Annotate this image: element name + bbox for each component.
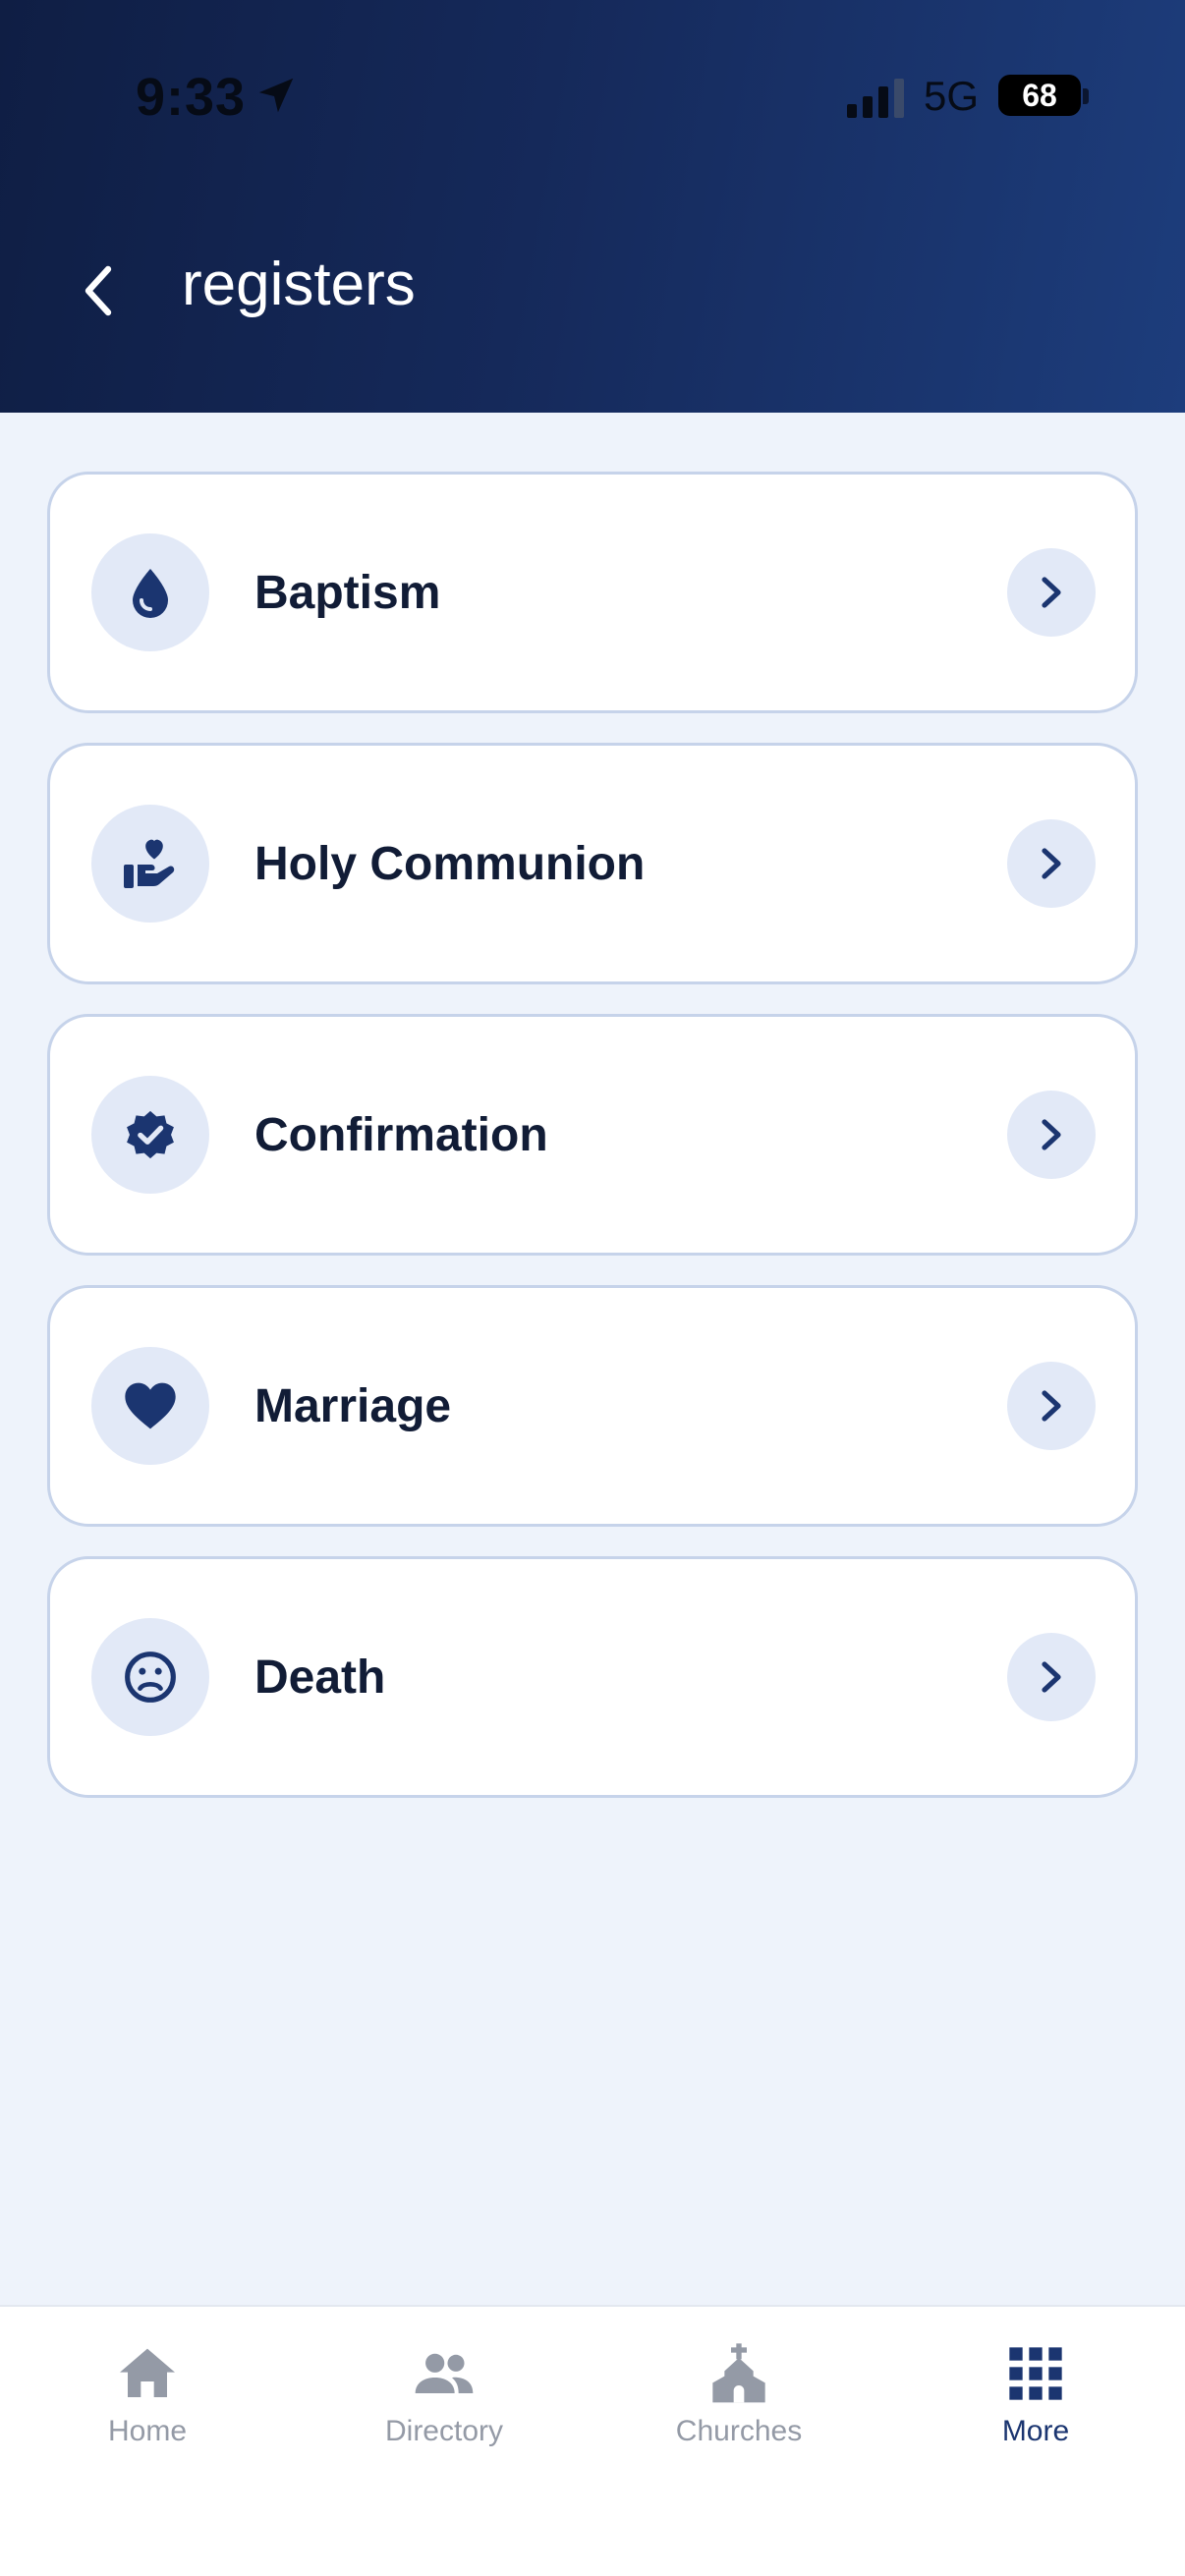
- back-button[interactable]: [63, 252, 134, 330]
- register-label: Baptism: [254, 567, 441, 619]
- register-icon-circle: [91, 533, 209, 651]
- chevron-right-icon: [1042, 1119, 1061, 1150]
- battery-level: 68: [1022, 77, 1057, 113]
- tab-label: Churches: [675, 2415, 803, 2447]
- chevron-right-icon: [1042, 1661, 1061, 1693]
- register-item-confirmation[interactable]: Confirmation: [47, 1014, 1138, 1256]
- tab-label: Home: [107, 2415, 188, 2447]
- chevron-button: [1007, 1633, 1096, 1721]
- app-header: 9:33 5G 68 registers: [0, 0, 1185, 413]
- home-icon: [120, 2348, 175, 2397]
- chevron-right-icon: [1042, 1390, 1061, 1422]
- water-drop-icon: [133, 569, 168, 618]
- battery-cap: [1083, 88, 1089, 104]
- register-item-death[interactable]: Death: [47, 1556, 1138, 1798]
- chevron-button: [1007, 548, 1096, 637]
- tab-label: More: [1001, 2415, 1070, 2447]
- register-item-holy-communion[interactable]: Holy Communion: [47, 743, 1138, 984]
- register-label: Holy Communion: [254, 838, 646, 890]
- status-time: 9:33: [136, 68, 247, 127]
- hand-heart-icon: [124, 839, 175, 888]
- verified-badge-icon: [127, 1110, 174, 1159]
- register-icon-circle: [91, 1347, 209, 1465]
- bottom-tab-bar: Home Directory Churches More: [0, 2305, 1185, 2576]
- tab-more[interactable]: More: [888, 2342, 1183, 2490]
- tab-home[interactable]: Home: [0, 2342, 295, 2490]
- chevron-button: [1007, 819, 1096, 908]
- chevron-button: [1007, 1362, 1096, 1450]
- register-item-baptism[interactable]: Baptism: [47, 472, 1138, 713]
- register-label: Confirmation: [254, 1109, 548, 1161]
- register-icon-circle: [91, 1076, 209, 1194]
- register-item-marriage[interactable]: Marriage: [47, 1285, 1138, 1527]
- chevron-button: [1007, 1091, 1096, 1179]
- network-type: 5G: [924, 73, 980, 119]
- chevron-right-icon: [1042, 848, 1061, 879]
- battery-indicator: 68: [998, 75, 1081, 116]
- tab-label: Directory: [384, 2415, 503, 2447]
- status-bar: 9:33 5G 68: [0, 0, 1185, 196]
- heart-icon: [125, 1382, 176, 1429]
- location-arrow-icon: [258, 78, 294, 113]
- church-icon: [712, 2343, 765, 2403]
- register-label: Death: [254, 1652, 386, 1704]
- sad-face-icon: [125, 1652, 176, 1703]
- register-icon-circle: [91, 805, 209, 923]
- grid-icon: [1009, 2347, 1062, 2400]
- chevron-left-icon: [85, 265, 112, 316]
- people-icon: [415, 2353, 474, 2393]
- cellular-signal-icon: [847, 79, 904, 118]
- chevron-right-icon: [1042, 577, 1061, 608]
- registers-list: Baptism Holy Communion Confirmation Marr…: [47, 472, 1138, 1827]
- register-label: Marriage: [254, 1380, 452, 1432]
- register-icon-circle: [91, 1618, 209, 1736]
- tab-churches[interactable]: Churches: [592, 2342, 886, 2490]
- page-title: registers: [182, 251, 416, 318]
- tab-directory[interactable]: Directory: [297, 2342, 592, 2490]
